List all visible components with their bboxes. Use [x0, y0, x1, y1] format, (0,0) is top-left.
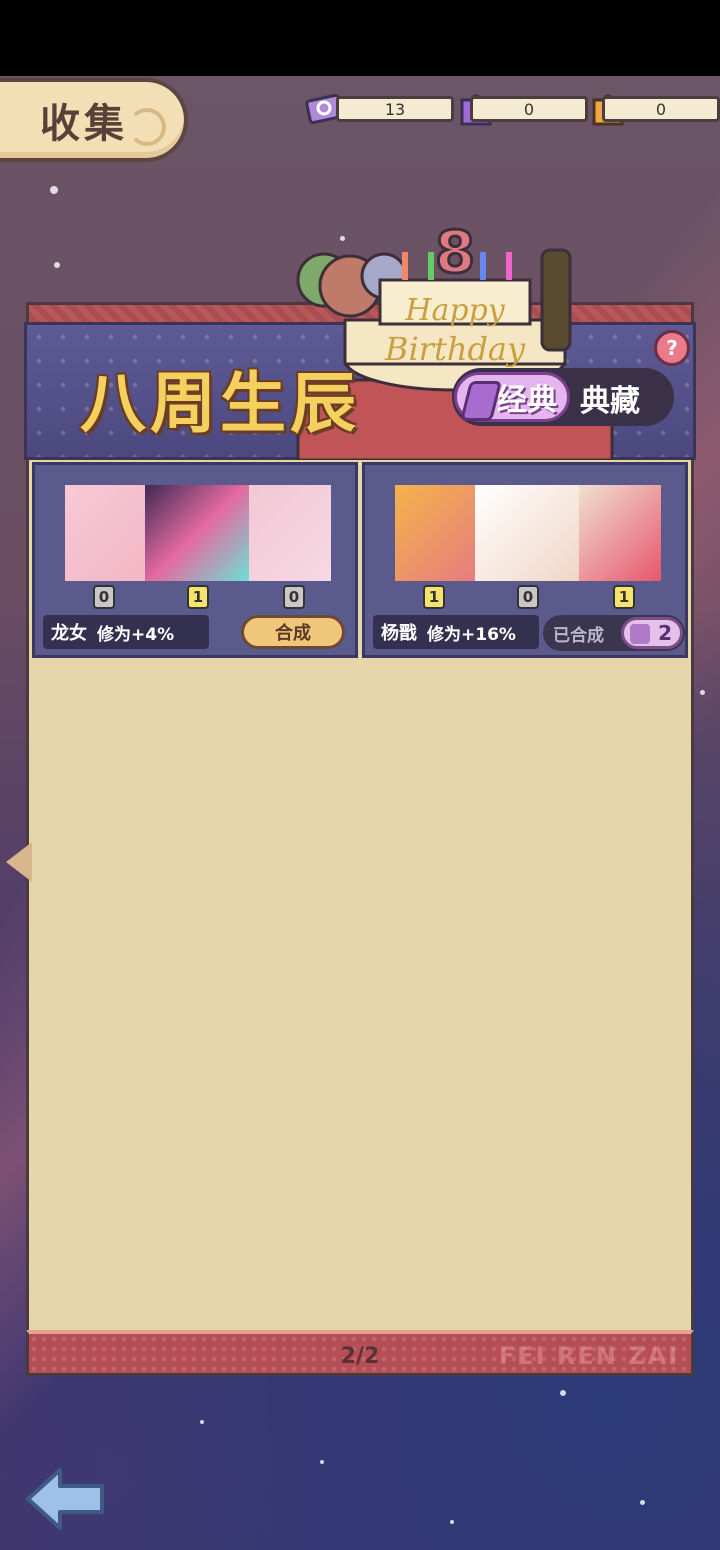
tab-treasure[interactable]: 典藏 [580, 376, 640, 420]
puzzle-piece-1 [395, 485, 475, 581]
bonus-text: 修为+16% [427, 624, 516, 645]
star [700, 690, 705, 695]
card-artwork [65, 485, 331, 581]
card-artwork [395, 485, 661, 581]
puzzle-reward-badge: 2 [621, 617, 683, 649]
category-toggle[interactable]: 经典 典藏 [452, 368, 674, 426]
piece-count-tag: 0 [93, 585, 115, 609]
help-button[interactable]: ? [654, 330, 690, 366]
orange-puzzle-count: 0 [655, 99, 667, 119]
puzzle-count: 2 [658, 621, 672, 645]
combine-button[interactable]: 合成 [241, 615, 345, 649]
collection-title-tab: 收集 [0, 78, 188, 162]
gem-icon [460, 381, 502, 421]
star [50, 186, 58, 194]
collection-card: 1 0 1 杨戬 修为+16% 已合成 2 [362, 462, 688, 658]
star [320, 1460, 324, 1464]
swirl-ornament-icon [128, 108, 166, 146]
star [54, 262, 60, 268]
page-title: 收集 [40, 101, 128, 147]
svg-text:Birthday: Birthday [384, 330, 526, 368]
character-name: 龙女 [51, 623, 87, 644]
star [450, 1520, 454, 1524]
back-arrow-icon[interactable] [24, 1466, 108, 1532]
piece-count-tag: 0 [517, 585, 539, 609]
ticket-count: 13 [384, 99, 406, 119]
ticket-counter: 13 [336, 96, 454, 122]
brand-watermark: FEI REN ZAI [498, 1342, 679, 1370]
puzzle-icon [630, 624, 650, 644]
character-name: 杨戬 [381, 623, 417, 644]
piece-count-tag: 0 [283, 585, 305, 609]
svg-text:8: 8 [435, 218, 475, 286]
puzzle-piece-3 [579, 485, 661, 581]
purple-puzzle-count: 0 [523, 99, 535, 119]
puzzle-piece-2 [145, 485, 249, 581]
panel-footer: 2/2 FEI REN ZAI [26, 1330, 694, 1376]
previous-page-arrow-icon[interactable] [6, 842, 32, 882]
piece-count-tag: 1 [613, 585, 635, 609]
bonus-text: 修为+4% [97, 624, 175, 645]
puzzle-piece-2 [475, 485, 579, 581]
card-name-label: 杨戬 修为+16% [373, 615, 539, 649]
puzzle-piece-1 [65, 485, 145, 581]
combined-status: 已合成 2 [543, 615, 685, 651]
tab-classic[interactable]: 经典 [454, 372, 570, 422]
star [560, 1390, 566, 1396]
collection-card: 0 1 0 龙女 修为+4% 合成 [32, 462, 358, 658]
event-title: 八周生辰 [80, 365, 360, 442]
piece-count-tag: 1 [187, 585, 209, 609]
card-name-label: 龙女 修为+4% [43, 615, 209, 649]
svg-text:Happy: Happy [404, 293, 505, 328]
star [640, 1500, 645, 1505]
purple-puzzle-counter: 0 [470, 96, 588, 122]
tab-classic-label: 经典 [497, 383, 557, 418]
combined-label: 已合成 [553, 625, 604, 646]
help-icon: ? [666, 336, 678, 360]
orange-puzzle-counter: 0 [602, 96, 720, 122]
piece-count-tag: 1 [423, 585, 445, 609]
puzzle-piece-3 [249, 485, 331, 581]
star [200, 1420, 204, 1424]
